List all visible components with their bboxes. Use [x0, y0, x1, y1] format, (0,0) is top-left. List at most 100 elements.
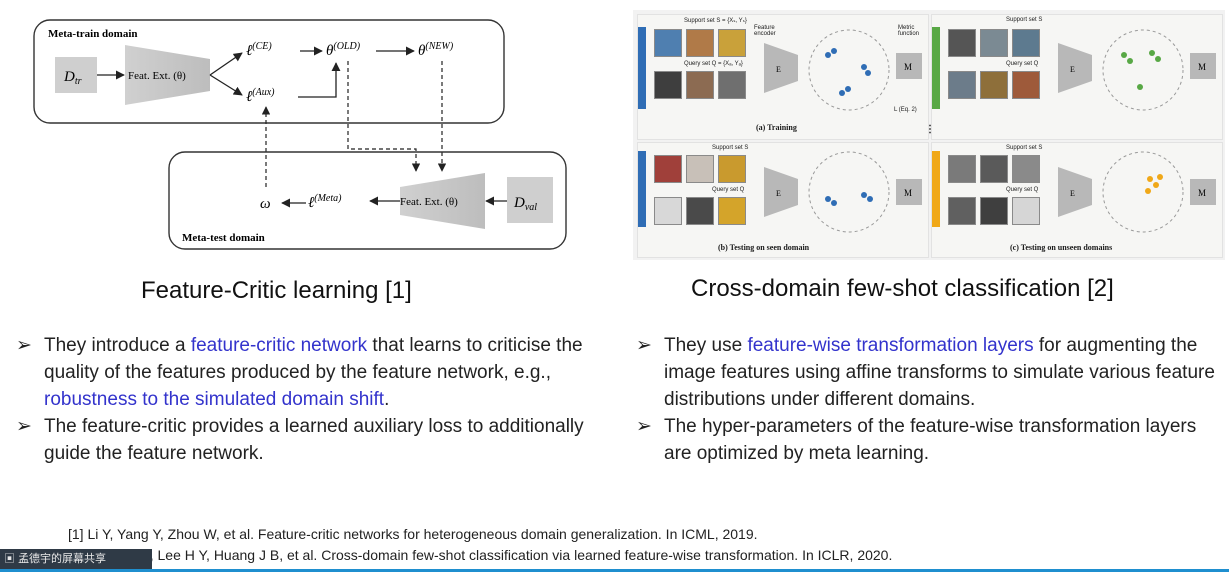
thumb: [654, 71, 682, 99]
caption-seen: (b) Testing on seen domain: [718, 243, 810, 252]
left-bullet-list: ➢ They introduce a feature-critic network…: [16, 332, 606, 467]
svg-text:M: M: [1198, 62, 1206, 72]
thumb: [980, 29, 1008, 57]
meta-test-label: Meta-test domain: [182, 232, 265, 244]
theta-new-label: θ(NEW): [418, 41, 454, 59]
thumb: [654, 155, 682, 183]
panel-unseen-domains: Support set S Query set Q E M (c) Testin…: [931, 142, 1223, 258]
screen-share-icon: ▣: [4, 553, 19, 565]
l-meta-label: ℓ(Meta): [308, 193, 342, 211]
right-title: Cross-domain few-shot classification [2]: [691, 275, 1114, 302]
metric-shape: M: [1190, 53, 1216, 79]
highlighted-term: feature-wise transformation layers: [747, 335, 1034, 356]
thumb: [718, 155, 746, 183]
encoder-shape: E: [764, 43, 798, 93]
bullet-text: The hyper-parameters of the feature-wise…: [664, 416, 1197, 464]
svg-text:E: E: [1070, 189, 1075, 198]
domain-strip-green: [932, 27, 940, 109]
cross-domain-figure: Support set S = {Xₛ, Yₛ} Query set Q = {…: [633, 10, 1225, 260]
thumb: [1012, 71, 1040, 99]
right-bullet-list: ➢ They use feature-wise transformation la…: [636, 332, 1228, 467]
panel-training: Support set S = {Xₛ, Yₛ} Query set Q = {…: [637, 14, 929, 140]
thumb: [686, 197, 714, 225]
caption-training: (a) Training: [756, 123, 797, 132]
l-aux-label: ℓ(Aux): [246, 87, 275, 105]
bullet-arrow-icon: ➢: [16, 416, 32, 437]
thumb: [948, 155, 976, 183]
svg-text:M: M: [904, 188, 912, 198]
embedding-space: [808, 151, 890, 233]
left-title: Feature-Critic learning [1]: [141, 277, 412, 304]
bullet-item: ➢ The hyper-parameters of the feature-wi…: [636, 413, 1228, 467]
query-set-label: Query set Q: [1006, 187, 1039, 193]
arrow-aux-to-theta: [298, 62, 341, 98]
reference-1: [1] Li Y, Yang Y, Zhou W, et al. Feature…: [68, 526, 758, 542]
screen-share-label: 孟德宇的屏幕共享: [18, 553, 107, 565]
thumb: [980, 197, 1008, 225]
thumb: [1012, 197, 1040, 225]
feature-encoder-label: Feature encoder: [754, 25, 776, 37]
bullet-arrow-icon: ➢: [636, 416, 652, 437]
meta-train-label: Meta-train domain: [48, 28, 138, 40]
metric-function-label: Metric function: [898, 25, 920, 37]
thumb: [948, 29, 976, 57]
bullet-text: They use: [664, 335, 748, 356]
svg-text:E: E: [776, 65, 781, 74]
embedding-space: [808, 29, 890, 111]
references: [1] Li Y, Yang Y, Zhou W, et al. Feature…: [68, 524, 892, 566]
feature-critic-diagram: Meta-train domain Dtr Feat. Ext. (θ) ℓ(C…: [33, 19, 567, 250]
feat-ext-bottom-label: Feat. Ext. (θ): [400, 196, 458, 208]
support-set-label: Support set S: [712, 145, 749, 151]
thumb: [718, 29, 746, 57]
encoder-shape: E: [1058, 43, 1092, 93]
query-set-label: Query set Q: [712, 187, 745, 193]
thumb: [980, 71, 1008, 99]
thumb: [718, 197, 746, 225]
caption-unseen: (c) Testing on unseen domains: [1010, 243, 1113, 252]
embedding-space: [1102, 29, 1184, 111]
domain-strip-blue: [638, 27, 646, 109]
bullet-text: They introduce a: [44, 335, 191, 356]
query-set-label: Query set Q: [1006, 61, 1039, 67]
reference-2: [2] Tseng H Y, Lee H Y, Huang J B, et al…: [68, 547, 893, 563]
l-ce-label: ℓ(CE): [246, 41, 272, 59]
svg-text:E: E: [776, 189, 781, 198]
dashed-theta-old-down: [347, 61, 421, 172]
bullet-item: ➢ They introduce a feature-critic network…: [16, 332, 606, 413]
thumb: [1012, 29, 1040, 57]
thumb: [654, 29, 682, 57]
support-set-label-a: Support set S = {Xₛ, Yₛ}: [684, 18, 747, 24]
bullet-item: ➢ The feature-critic provides a learned …: [16, 413, 606, 467]
bullet-item: ➢ They use feature-wise transformation la…: [636, 332, 1228, 413]
screen-share-badge[interactable]: ▣ 孟德宇的屏幕共享: [0, 549, 152, 569]
highlighted-term: robustness to the simulated domain shift: [44, 389, 385, 410]
bullet-arrow-icon: ➢: [636, 335, 652, 356]
omega-label: ω: [260, 196, 271, 212]
metric-shape: M: [896, 53, 922, 79]
highlighted-term: feature-critic network: [190, 335, 368, 356]
query-set-label-a: Query set Q = {Xₐ, Yₐ}: [684, 61, 743, 67]
metric-shape: M: [896, 179, 922, 205]
theta-old-label: θ(OLD): [326, 41, 361, 59]
bullet-text: .: [384, 389, 390, 410]
bullet-text: The feature-critic provides a learned au…: [44, 416, 584, 464]
panel-seen-domain: Support set S Query set Q E M (b) Testin…: [637, 142, 929, 258]
domain-strip-blue: [638, 151, 646, 227]
domain-strip-orange: [932, 151, 940, 227]
panel-unseen-1: Support set S Query set Q E M: [931, 14, 1223, 140]
thumb: [1012, 155, 1040, 183]
encoder-shape: E: [1058, 167, 1092, 217]
encoder-shape: E: [764, 167, 798, 217]
svg-text:E: E: [1070, 65, 1075, 74]
thumb: [686, 29, 714, 57]
thumb: [980, 155, 1008, 183]
thumb: [718, 71, 746, 99]
svg-text:M: M: [1198, 188, 1206, 198]
feat-ext-top-label: Feat. Ext. (θ): [128, 70, 186, 82]
embedding-space: [1102, 151, 1184, 233]
metric-shape: M: [1190, 179, 1216, 205]
bullet-arrow-icon: ➢: [16, 335, 32, 356]
thumb: [686, 71, 714, 99]
thumb: [948, 71, 976, 99]
vertical-ellipsis-icon: ⋮: [925, 124, 935, 135]
